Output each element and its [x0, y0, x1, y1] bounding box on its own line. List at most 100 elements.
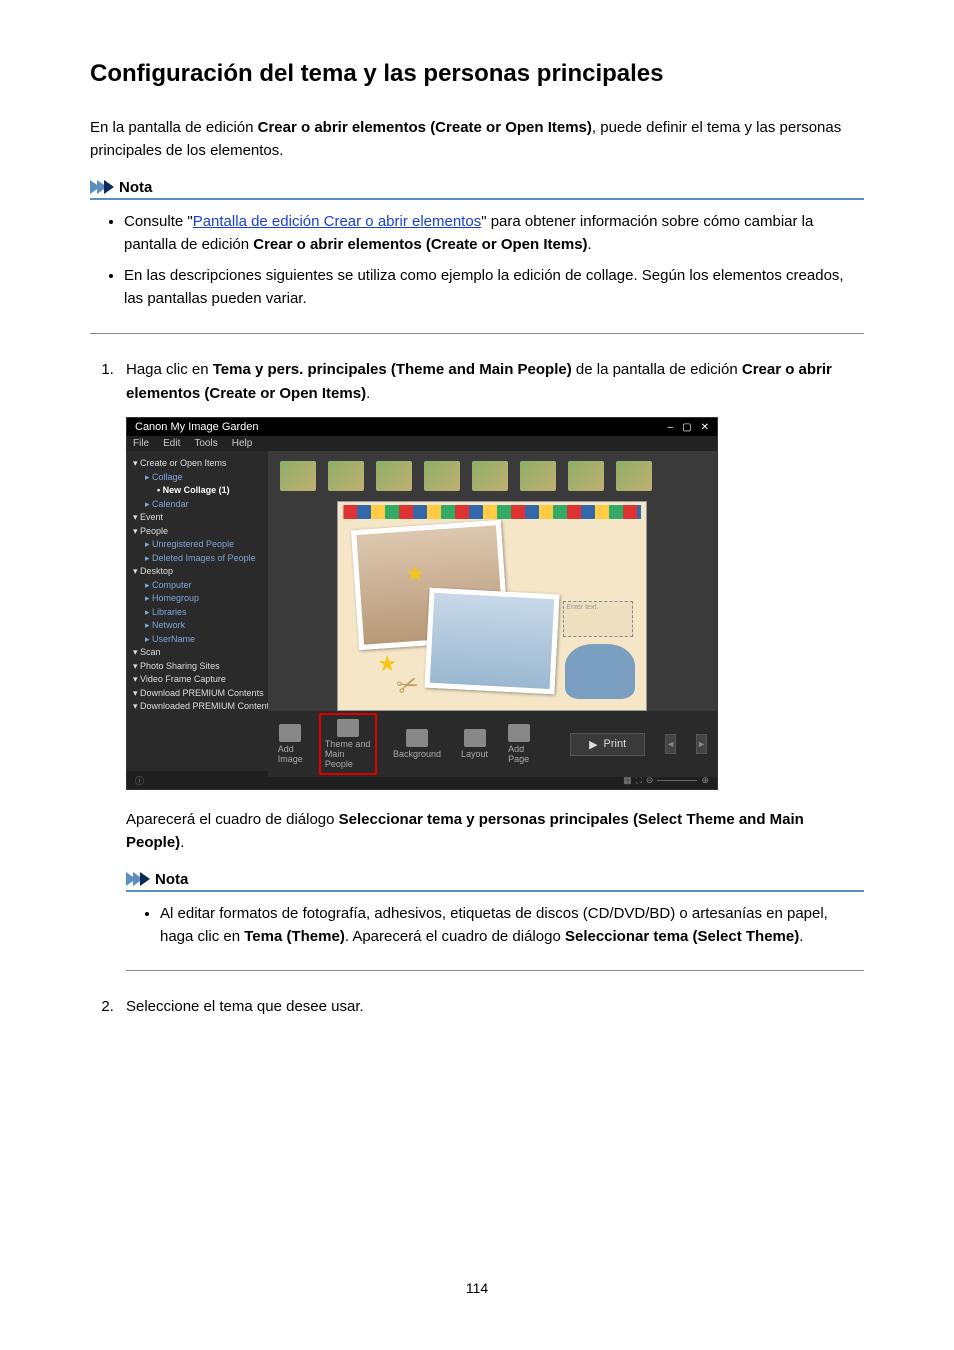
app-window-title: Canon My Image Garden — [135, 421, 259, 433]
add-page-label: Add Page — [508, 744, 530, 764]
theme-main-people-button[interactable]: Theme and Main People — [323, 717, 373, 771]
add-image-button[interactable]: Add Image — [278, 724, 303, 764]
print-label: Print — [604, 738, 627, 750]
bottom-toolbar: Add Image Theme and Main People Backgrou… — [268, 711, 717, 777]
note1-item2: En las descripciones siguientes se utili… — [124, 264, 864, 311]
s1-prefix: Haga clic en — [126, 361, 213, 378]
note-block-2: Nota Al editar formatos de fotografía, a… — [126, 871, 864, 972]
collage-photo[interactable] — [425, 588, 560, 695]
n1i1-prefix: Consulte " — [124, 213, 193, 230]
as-prefix: Aparecerá el cuadro de diálogo — [126, 811, 339, 828]
thumbnail-strip — [268, 451, 717, 501]
s1-mid: de la pantalla de edición — [572, 361, 742, 378]
layout-label: Layout — [461, 749, 488, 759]
thumbnail[interactable] — [280, 461, 316, 491]
zoom-slider[interactable] — [657, 780, 697, 781]
menu-help[interactable]: Help — [232, 438, 253, 449]
status-info-icon: ⓘ — [135, 774, 144, 787]
thumbnail[interactable] — [328, 461, 364, 491]
sidebar: ▾ Create or Open Items▸ Collage• New Col… — [127, 451, 268, 771]
note1-item1: Consulte "Pantalla de edición Crear o ab… — [124, 210, 864, 257]
intro-paragraph: En la pantalla de edición Crear o abrir … — [90, 116, 864, 163]
after-screenshot-text: Aparecerá el cuadro de diálogo Seleccion… — [126, 808, 864, 855]
intro-bold: Crear o abrir elementos (Create or Open … — [258, 119, 592, 136]
star-icon: ★ — [405, 561, 425, 587]
sidebar-item[interactable]: ▸ Unregistered People — [131, 538, 264, 552]
sidebar-item[interactable]: ▾ Scan — [131, 646, 264, 660]
sidebar-item[interactable]: ▾ Photo Sharing Sites — [131, 660, 264, 674]
sidebar-item[interactable]: ▸ Computer — [131, 579, 264, 593]
canvas-area: ★ ★ ✂ Enter text. — [268, 501, 717, 711]
sidebar-item[interactable]: ▸ Network — [131, 619, 264, 633]
sidebar-item[interactable]: ▾ Video Frame Capture — [131, 673, 264, 687]
scissors-icon: ✂ — [393, 667, 424, 704]
menu-tools[interactable]: Tools — [194, 438, 217, 449]
add-image-label: Add Image — [278, 744, 303, 764]
minimize-icon[interactable]: – — [667, 422, 673, 433]
thumbnail[interactable] — [520, 461, 556, 491]
sidebar-item[interactable]: ▸ Collage — [131, 471, 264, 485]
s1-suffix: . — [366, 385, 370, 402]
sidebar-item[interactable]: ▾ Create or Open Items — [131, 457, 264, 471]
sidebar-item[interactable]: ▾ People — [131, 525, 264, 539]
page-title: Configuración del tema y las personas pr… — [90, 60, 864, 88]
note-chevron-icon — [90, 180, 111, 194]
add-page-button[interactable]: Add Page — [508, 724, 530, 764]
sidebar-item[interactable]: ▾ Downloaded PREMIUM Contents — [131, 700, 264, 714]
sidebar-item[interactable]: • New Collage (1) — [131, 484, 264, 498]
theme-icon — [337, 719, 359, 737]
step-1: Haga clic en Tema y pers. principales (T… — [118, 358, 864, 408]
note-header: Nota — [90, 179, 864, 200]
intro-prefix: En la pantalla de edición — [90, 119, 258, 136]
n2i1-suffix: . — [799, 928, 803, 945]
menu-file[interactable]: File — [133, 438, 149, 449]
sidebar-item[interactable]: ▸ Calendar — [131, 498, 264, 512]
n2i1-bold2: Seleccionar tema (Select Theme) — [565, 928, 799, 945]
sidebar-item[interactable]: ▸ Libraries — [131, 606, 264, 620]
thumbnail[interactable] — [568, 461, 604, 491]
note-chevron-icon — [126, 872, 147, 886]
layout-icon — [464, 729, 486, 747]
menubar: File Edit Tools Help — [127, 436, 717, 451]
n1i1-suffix: . — [588, 236, 592, 253]
sidebar-item[interactable]: ▸ Deleted Images of People — [131, 552, 264, 566]
thumbnail[interactable] — [424, 461, 460, 491]
bunting-decoration — [343, 505, 641, 519]
thumbnail[interactable] — [616, 461, 652, 491]
background-button[interactable]: Background — [393, 729, 441, 759]
collage-preview[interactable]: ★ ★ ✂ Enter text. — [337, 501, 647, 711]
sidebar-item[interactable]: ▾ Desktop — [131, 565, 264, 579]
window-controls: – ▢ ✕ — [661, 421, 709, 433]
sidebar-item[interactable]: ▾ Event — [131, 511, 264, 525]
menu-edit[interactable]: Edit — [163, 438, 180, 449]
layout-button[interactable]: Layout — [461, 729, 488, 759]
edit-screen-link[interactable]: Pantalla de edición Crear o abrir elemen… — [193, 213, 482, 230]
n2i1-mid: . Aparecerá el cuadro de diálogo — [345, 928, 565, 945]
thumbnail[interactable] — [472, 461, 508, 491]
add-image-icon — [279, 724, 301, 742]
rotate-left-button[interactable]: ◄ — [665, 734, 676, 754]
maximize-icon[interactable]: ▢ — [682, 422, 691, 433]
sidebar-item[interactable]: ▸ Homegroup — [131, 592, 264, 606]
theme-label: Theme and Main People — [325, 739, 371, 769]
rotate-right-button[interactable]: ► — [696, 734, 707, 754]
collage-textbox[interactable]: Enter text. — [563, 601, 633, 637]
background-label: Background — [393, 749, 441, 759]
n2i1-bold1: Tema (Theme) — [244, 928, 345, 945]
note-title: Nota — [119, 179, 152, 196]
add-page-icon — [508, 724, 530, 742]
close-icon[interactable]: ✕ — [701, 422, 709, 433]
print-button[interactable]: ▶ Print — [570, 733, 645, 756]
sidebar-item[interactable]: ▸ UserName — [131, 633, 264, 647]
thumbnail[interactable] — [376, 461, 412, 491]
note2-item1: Al editar formatos de fotografía, adhesi… — [160, 902, 864, 949]
elephant-decoration — [565, 644, 635, 699]
as-suffix: . — [180, 834, 184, 851]
s1-bold1: Tema y pers. principales (Theme and Main… — [213, 361, 572, 378]
play-icon: ▶ — [589, 738, 597, 751]
sidebar-item[interactable]: ▾ Download PREMIUM Contents — [131, 687, 264, 701]
app-screenshot: Canon My Image Garden – ▢ ✕ File Edit To… — [126, 417, 718, 790]
note-block-1: Nota Consulte "Pantalla de edición Crear… — [90, 179, 864, 334]
n1i1-bold: Crear o abrir elementos (Create or Open … — [253, 236, 587, 253]
main-editor-area: ★ ★ ✂ Enter text. Add Image — [268, 451, 717, 771]
